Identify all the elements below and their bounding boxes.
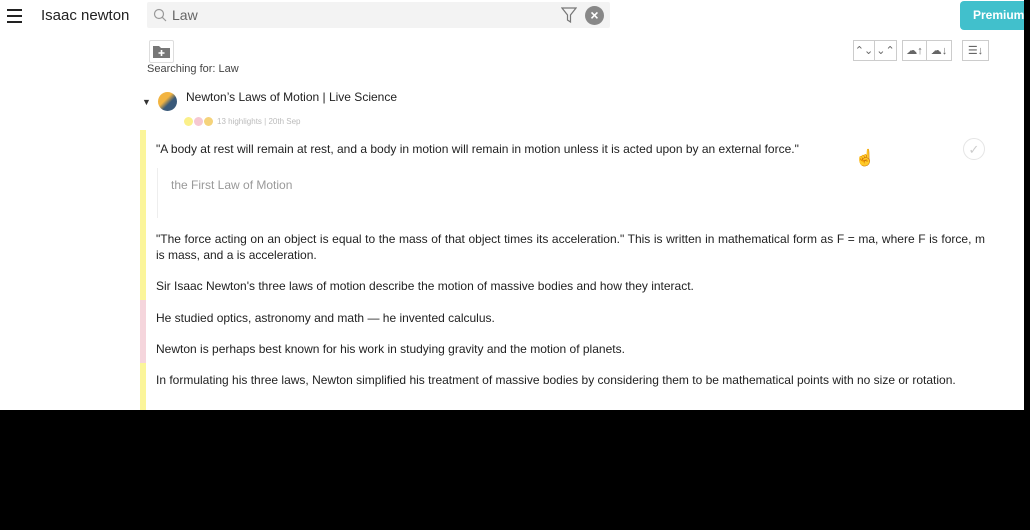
document-title[interactable]: Newton’s Laws of Motion | Live Science [186, 90, 397, 104]
search-icon [153, 8, 167, 22]
sort-group: ☰↓ [962, 40, 989, 61]
collapse-toggle-icon[interactable]: ▼ [142, 97, 151, 107]
page-title: Isaac newton [41, 7, 130, 24]
cloud-group: ☁↑ ☁↓ [902, 40, 952, 61]
search-input[interactable] [172, 5, 552, 25]
collapse-all-button[interactable]: ⌄⌃ [875, 40, 897, 61]
check-icon[interactable]: ✓ [963, 138, 985, 160]
expand-all-button[interactable]: ⌃⌄ [853, 40, 875, 61]
new-folder-button[interactable] [149, 40, 174, 63]
sort-icon: ☰↓ [967, 45, 984, 57]
cloud-upload-icon: ☁↑ [906, 45, 923, 57]
highlight-count: 13 highlights | 20th Sep [217, 117, 301, 126]
site-favicon [158, 92, 177, 111]
premium-button[interactable]: Premium [960, 1, 1024, 30]
filter-icon[interactable] [561, 6, 577, 24]
highlight-item[interactable]: He studied optics, astronomy and math — … [140, 310, 985, 326]
highlight-item[interactable]: Sir Isaac Newton's three laws of motion … [140, 278, 985, 294]
highlight-item[interactable]: "The force acting on an object is equal … [140, 231, 985, 263]
collapse-icon: ⌄⌃ [876, 45, 895, 57]
expand-icon: ⌃⌄ [854, 45, 874, 57]
clear-search-button[interactable]: × [585, 6, 604, 25]
hand-cursor-icon: ☝ [855, 150, 875, 167]
cloud-download-icon: ☁↓ [930, 45, 948, 57]
sort-button[interactable]: ☰↓ [962, 40, 989, 61]
menu-icon[interactable] [7, 9, 22, 27]
highlight-note[interactable]: the First Law of Motion [157, 168, 292, 218]
color-dot [184, 117, 193, 126]
folder-plus-icon [153, 46, 170, 58]
search-status: Searching for: Law [147, 63, 239, 75]
color-dot [204, 117, 213, 126]
download-button[interactable]: ☁↓ [927, 40, 952, 61]
highlight-item[interactable]: In formulating his three laws, Newton si… [140, 372, 985, 388]
upload-button[interactable]: ☁↑ [902, 40, 927, 61]
color-dot [194, 117, 203, 126]
app-window: Isaac newton × Premium Searching for: La… [0, 0, 1024, 410]
expand-collapse-group: ⌃⌄ ⌄⌃ [853, 40, 897, 61]
highlight-item[interactable]: Newton is perhaps best known for his wor… [140, 341, 985, 357]
search-bar: × [147, 2, 610, 28]
document-meta: 13 highlights | 20th Sep [184, 117, 300, 126]
